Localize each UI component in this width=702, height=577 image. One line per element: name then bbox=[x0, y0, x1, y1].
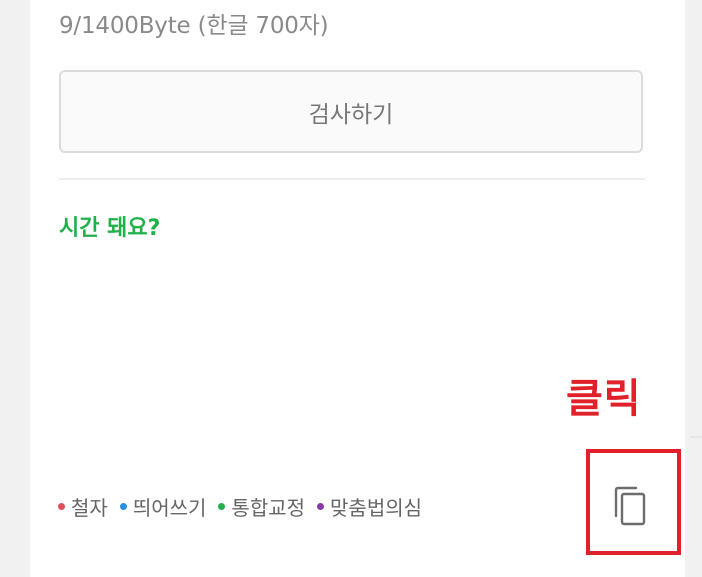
legend-dot-suspect bbox=[317, 503, 325, 510]
corrected-result-text[interactable]: 시간 돼요? bbox=[59, 210, 160, 242]
edge-divider bbox=[690, 436, 702, 438]
legend-dot-spelling bbox=[58, 503, 65, 510]
divider bbox=[59, 178, 645, 180]
error-type-legend: 철자 띄어쓰기 통합교정 맞춤법의심 bbox=[58, 492, 434, 521]
click-annotation-label: 클릭 bbox=[566, 376, 642, 422]
legend-dot-integrated bbox=[218, 503, 226, 510]
legend-label-spelling: 철자 bbox=[71, 496, 108, 520]
legend-label-spacing: 띄어쓰기 bbox=[132, 496, 207, 520]
legend-label-integrated: 통합교정 bbox=[231, 496, 306, 520]
copy-button[interactable] bbox=[608, 484, 652, 528]
legend-item-spacing: 띄어쓰기 bbox=[119, 492, 207, 521]
legend-item-suspect: 맞춤법의심 bbox=[317, 492, 422, 521]
legend-item-integrated: 통합교정 bbox=[218, 492, 305, 521]
byte-counter: 9/1400Byte (한글 700자) bbox=[59, 13, 329, 39]
check-button[interactable]: 검사하기 bbox=[59, 70, 643, 153]
legend-dot-spacing bbox=[119, 503, 127, 510]
copy-icon bbox=[614, 486, 646, 526]
legend-label-suspect: 맞춤법의심 bbox=[330, 496, 423, 520]
legend-item-spelling: 철자 bbox=[58, 492, 108, 521]
